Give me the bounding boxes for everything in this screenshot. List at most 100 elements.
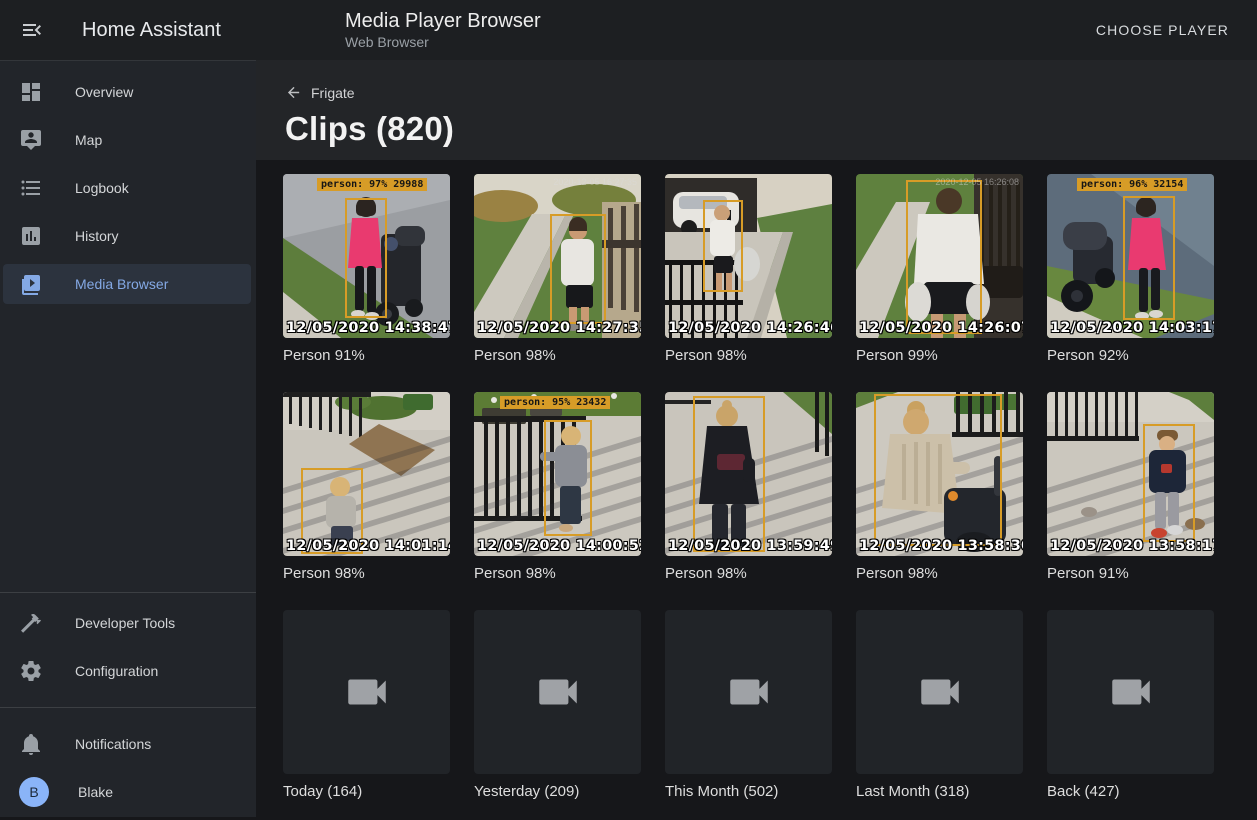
clip-caption: Person 91% [1047, 565, 1214, 582]
folder-tile-this-month-502[interactable]: This Month (502) [665, 610, 832, 800]
videocam-icon [342, 667, 392, 717]
clip-tile[interactable]: 2020-12-05 16:26:0812/05/2020 14:26:07 Pe… [856, 174, 1023, 364]
sidebar-item-label: Configuration [75, 663, 158, 679]
arrow-left-icon [285, 84, 302, 101]
camera-snapshot-image [474, 392, 641, 556]
clip-tile[interactable]: 12/05/2020 13:59:49 Person 98% [665, 392, 832, 582]
sidebar-item-label: Developer Tools [75, 615, 175, 631]
clip-tile[interactable]: person: 97% 2998812/05/2020 14:38:47 Pers… [283, 174, 450, 364]
folder-label: Back (427) [1047, 783, 1214, 800]
clip-caption: Person 91% [283, 347, 450, 364]
clip-thumbnail: 12/05/2020 13:58:17 [1047, 392, 1214, 556]
choose-player-button[interactable]: CHOOSE PLAYER [1090, 21, 1235, 39]
sidebar-item-label: Notifications [75, 736, 151, 752]
sidebar-item-notifications[interactable]: Notifications [3, 724, 251, 764]
sidebar-item-logbook[interactable]: Logbook [3, 168, 251, 208]
clip-tile[interactable]: 12/05/2020 14:26:46 Person 98% [665, 174, 832, 364]
clip-thumbnail: person: 95% 2343212/05/2020 14:00:52 [474, 392, 641, 556]
sidebar-item-media-browser[interactable]: Media Browser [3, 264, 251, 304]
folder-thumbnail [856, 610, 1023, 774]
gear-icon [19, 659, 43, 683]
videocam-icon [533, 667, 583, 717]
clip-thumbnail: 12/05/2020 14:01:14 [283, 392, 450, 556]
clip-thumbnail: person: 96% 3215412/05/2020 14:03:17 [1047, 174, 1214, 338]
logbook-icon [19, 176, 43, 200]
folder-tile-back-427[interactable]: Back (427) [1047, 610, 1214, 800]
sidebar-toggle-button[interactable] [8, 6, 56, 54]
clip-caption: Person 99% [856, 347, 1023, 364]
map-icon [19, 128, 43, 152]
clip-tile[interactable]: person: 95% 2343212/05/2020 14:00:52 Pers… [474, 392, 641, 582]
folder-tile-yesterday-209[interactable]: Yesterday (209) [474, 610, 641, 800]
clip-thumbnail: 2020-12-05 16:26:0812/05/2020 14:26:07 [856, 174, 1023, 338]
dashboard-icon [19, 80, 43, 104]
media-browser-icon [19, 272, 43, 296]
page-title: Clips (820) [285, 110, 1257, 148]
camera-snapshot-image [283, 392, 450, 556]
clip-tile[interactable]: 2020-12-05 16:27:3512/05/2020 14:27:35Pe… [474, 174, 641, 364]
folder-thumbnail [474, 610, 641, 774]
folder-label: Last Month (318) [856, 783, 1023, 800]
clip-tile[interactable]: 12/05/2020 13:58:30 Person 98% [856, 392, 1023, 582]
breadcrumb-label: Frigate [311, 85, 355, 101]
bell-icon [19, 732, 43, 756]
sidebar-item-profile[interactable]: BBlake [3, 772, 251, 812]
sidebar-header: Home Assistant [0, 6, 256, 54]
sidebar-item-label: Map [75, 132, 102, 148]
camera-snapshot-image [665, 174, 832, 338]
clip-caption: Person 98% [665, 347, 832, 364]
clip-tile[interactable]: 12/05/2020 13:58:17 Person 91% [1047, 392, 1214, 582]
clip-tile[interactable]: person: 96% 3215412/05/2020 14:03:17 Pers… [1047, 174, 1214, 364]
sidebar-tools-group: Developer Tools Configuration [0, 603, 256, 699]
videocam-icon [915, 667, 965, 717]
breadcrumb[interactable]: Frigate [285, 60, 355, 101]
sidebar-item-label: Overview [75, 84, 133, 100]
panel-subtitle: Web Browser [345, 34, 541, 50]
top-app-bar: Home Assistant Media Player Browser Web … [0, 0, 1257, 60]
camera-snapshot-image [1047, 392, 1214, 556]
sidebar-item-overview[interactable]: Overview [3, 72, 251, 112]
history-icon [19, 224, 43, 248]
sidebar-nav-list: Overview Map Logbook History Media Browser [0, 61, 256, 304]
panel-title-group: Media Player Browser Web Browser [345, 10, 541, 50]
folder-tile-today-164[interactable]: Today (164) [283, 610, 450, 800]
sidebar-item-developer-tools[interactable]: Developer Tools [3, 603, 251, 643]
folder-thumbnail [665, 610, 832, 774]
clip-thumbnail: 2020-12-05 16:27:3512/05/2020 14:27:35 [474, 174, 641, 338]
clip-thumbnail: person: 97% 2998812/05/2020 14:38:47 [283, 174, 450, 338]
folder-thumbnail [1047, 610, 1214, 774]
sidebar-footer-group: Notifications BBlake [0, 724, 256, 820]
app-title: Home Assistant [82, 19, 221, 42]
sidebar-item-label: Media Browser [75, 276, 168, 292]
clip-tile[interactable]: 12/05/2020 14:01:14 Person 98% [283, 392, 450, 582]
sidebar-item-label: History [75, 228, 119, 244]
folder-label: This Month (502) [665, 783, 832, 800]
videocam-icon [724, 667, 774, 717]
panel-title: Media Player Browser [345, 10, 541, 33]
clip-caption: Person 98% [856, 565, 1023, 582]
camera-snapshot-image [856, 174, 1023, 338]
sidebar-item-map[interactable]: Map [3, 120, 251, 160]
sidebar-divider-top [0, 592, 256, 593]
camera-snapshot-image [283, 174, 450, 338]
camera-snapshot-image [665, 392, 832, 556]
developer-tools-icon [19, 611, 43, 635]
sidebar-item-history[interactable]: History [3, 216, 251, 256]
folder-tile-last-month-318[interactable]: Last Month (318) [856, 610, 1023, 800]
clip-thumbnail: 12/05/2020 14:26:46 [665, 174, 832, 338]
media-browser-header: Frigate Clips (820) [256, 60, 1257, 160]
clip-caption: Person 98% [665, 565, 832, 582]
folder-label: Today (164) [283, 783, 450, 800]
media-browser-panel: Frigate Clips (820) person: 97% 2998812/… [256, 60, 1257, 817]
clip-caption: Person 98% [283, 565, 450, 582]
camera-snapshot-image [1047, 174, 1214, 338]
folder-label: Yesterday (209) [474, 783, 641, 800]
clip-caption: Person 98% [474, 565, 641, 582]
avatar: B [19, 777, 49, 807]
clip-caption: Person 92% [1047, 347, 1214, 364]
sidebar-item-configuration[interactable]: Configuration [3, 651, 251, 691]
clip-thumbnail: 12/05/2020 13:58:30 [856, 392, 1023, 556]
videocam-icon [1106, 667, 1156, 717]
clip-thumbnail: 12/05/2020 13:59:49 [665, 392, 832, 556]
sidebar: Overview Map Logbook History Media Browser D… [0, 60, 256, 817]
